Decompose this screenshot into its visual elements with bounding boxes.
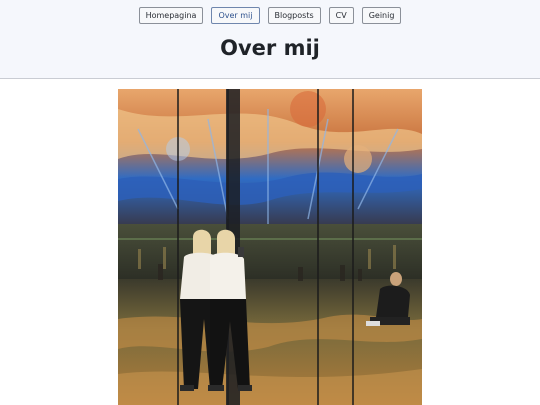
nav-cv-button[interactable]: CV bbox=[328, 7, 354, 24]
nav-homepagina-button[interactable]: Homepagina bbox=[138, 7, 204, 24]
main-nav: Homepagina Over mij Blogposts CV Geinig bbox=[0, 7, 540, 24]
profile-photo bbox=[118, 89, 422, 405]
site-header: Homepagina Over mij Blogposts CV Geinig Over… bbox=[0, 0, 540, 79]
nav-blogposts-button[interactable]: Blogposts bbox=[267, 7, 321, 24]
page-title: Over mij bbox=[220, 36, 320, 60]
nav-geinig-button[interactable]: Geinig bbox=[361, 7, 402, 24]
nav-over-mij-button[interactable]: Over mij bbox=[211, 7, 260, 24]
